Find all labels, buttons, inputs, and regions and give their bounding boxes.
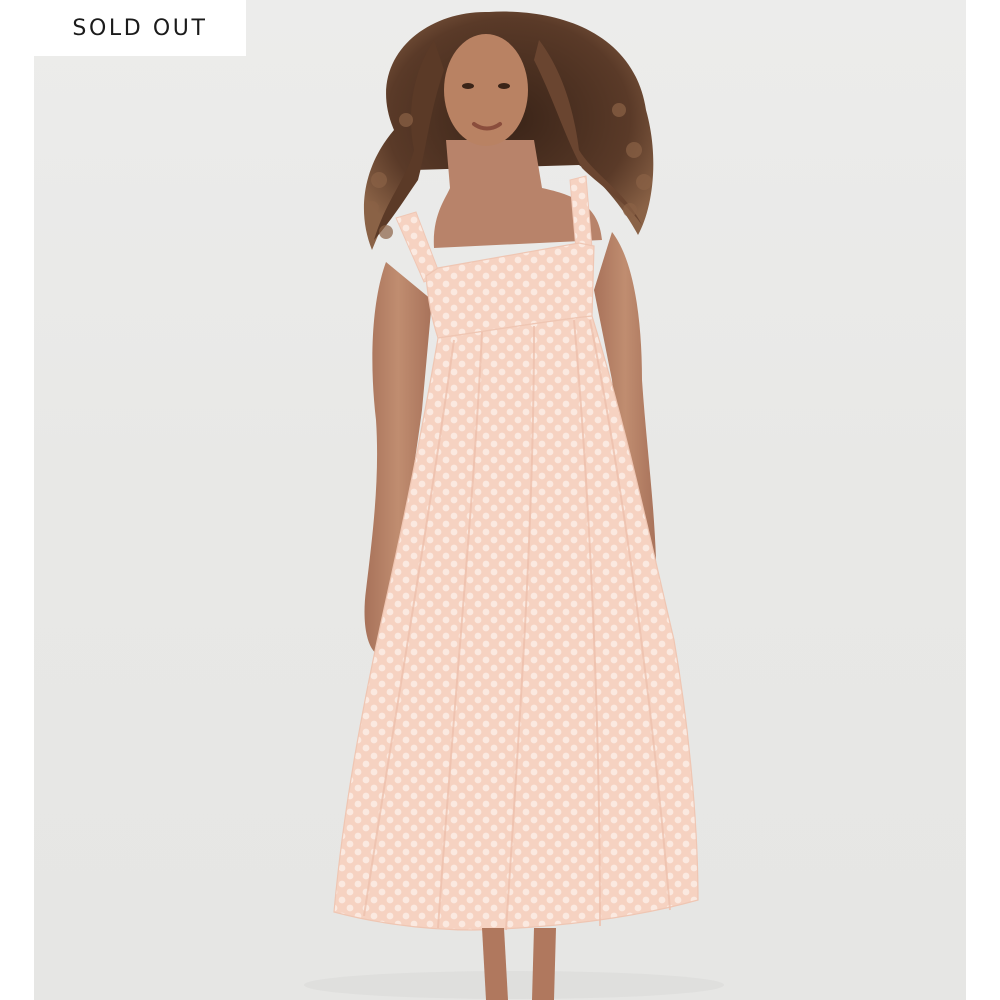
product-photo[interactable]	[34, 0, 966, 1000]
model-in-dress-illustration	[304, 11, 724, 1000]
sold-out-badge: SOLD OUT	[34, 0, 246, 56]
sold-out-label: SOLD OUT	[72, 15, 208, 41]
product-image-card[interactable]: SOLD OUT	[0, 0, 1000, 1000]
